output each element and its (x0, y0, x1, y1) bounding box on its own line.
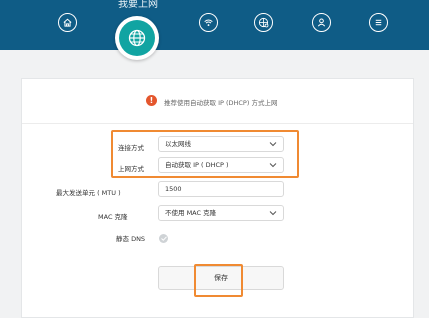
settings-globe-icon[interactable] (254, 13, 273, 32)
top-navigation-bar: 我要上网 (0, 0, 429, 60)
highlight-save-button (194, 264, 243, 297)
user-icon[interactable] (312, 13, 331, 32)
notice-banner: ! 推荐使用自动获取 IP (DHCP) 方式上网 (22, 79, 413, 124)
chevron-down-icon (269, 211, 277, 216)
warning-icon: ! (146, 95, 157, 106)
check-icon (160, 236, 167, 241)
mtu-input[interactable] (158, 181, 284, 197)
mac-clone-value: 不使用 MAC 克隆 (165, 209, 217, 217)
highlight-connection-fields (111, 130, 299, 178)
mtu-label: 最大发送单元 ( MTU ) (56, 189, 121, 197)
home-icon[interactable] (58, 13, 77, 32)
mac-clone-label: MAC 克隆 (98, 213, 128, 221)
wifi-icon[interactable] (199, 13, 218, 32)
notice-text: 推荐使用自动获取 IP (DHCP) 方式上网 (164, 99, 278, 107)
page-title: 我要上网 (118, 0, 158, 10)
static-dns-toggle[interactable] (159, 234, 168, 243)
internet-setup-nav-button[interactable] (115, 16, 159, 60)
globe-icon (119, 20, 155, 56)
menu-icon[interactable] (369, 13, 388, 32)
mac-clone-select[interactable]: 不使用 MAC 克隆 (158, 205, 284, 221)
static-dns-label: 静态 DNS (116, 235, 146, 243)
